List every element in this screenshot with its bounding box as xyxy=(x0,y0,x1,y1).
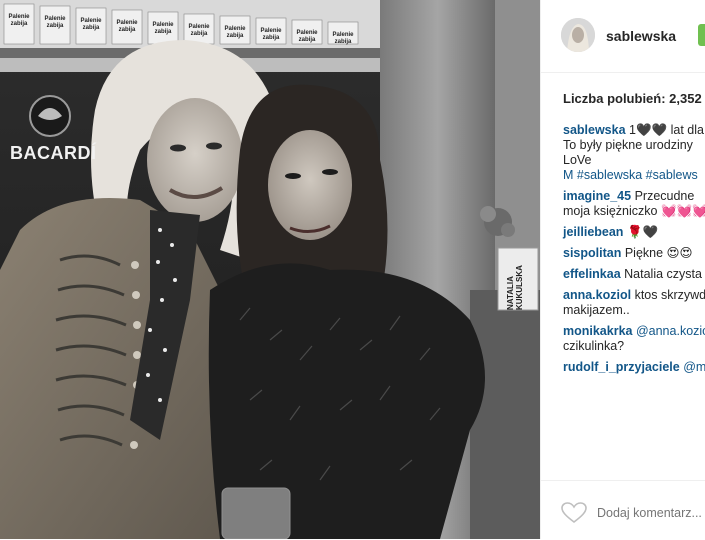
comment-item: rudolf_i_przyjaciele @m xyxy=(563,360,705,375)
cigarette-pack-label: Palenie zabija xyxy=(8,14,30,27)
comment-item: anna.koziol ktos skrzywd makijazem.. xyxy=(563,288,705,318)
comment-username[interactable]: sablewska xyxy=(563,123,626,137)
cup-text: NATALIA KUKULSKA xyxy=(506,265,524,310)
avatar[interactable] xyxy=(561,18,595,52)
comment-text: ktos skrzywd xyxy=(634,288,705,302)
cigarette-pack-label: Palenie zabija xyxy=(332,32,354,45)
comment-username[interactable]: jeilliebean xyxy=(563,225,623,239)
post-photo[interactable]: BACARDÍ Palenie zabija Palenie zabija Pa… xyxy=(0,0,540,539)
cigarette-pack-label: Palenie zabija xyxy=(44,16,66,29)
comment-username[interactable]: anna.koziol xyxy=(563,288,631,302)
comment-username[interactable]: rudolf_i_przyjaciele xyxy=(563,360,680,374)
comment-hashtags[interactable]: M #sablewska #sablews xyxy=(563,168,698,182)
photo-scene xyxy=(0,0,540,539)
cigarette-pack-label: Palenie zabija xyxy=(116,20,138,33)
comment-item: effelinkaa Natalia czysta xyxy=(563,267,705,282)
comment-text: Natalia czysta xyxy=(624,267,702,281)
post-sidebar: sablewska Liczba polubień: 2,352 sablews… xyxy=(540,0,705,539)
comment-username[interactable]: imagine_45 xyxy=(563,189,631,203)
comment-text: czikulinka? xyxy=(563,339,625,353)
comment-text: moja księżniczko 💓💓💓 xyxy=(563,204,705,218)
cigarette-pack-label: Palenie zabija xyxy=(296,30,318,43)
comment-item: jeilliebean 🌹🖤 xyxy=(563,225,705,240)
cigarette-pack-label: Palenie zabija xyxy=(188,24,210,37)
post-username[interactable]: sablewska xyxy=(606,28,676,44)
comment-text: To były piękne urodziny xyxy=(563,138,693,152)
comment-text: makijazem.. xyxy=(563,303,630,317)
comment-text: LoVe xyxy=(563,153,592,167)
comment-text: Piękne 😍😍 xyxy=(624,246,693,260)
comment-item: imagine_45 Przecudne moja księżniczko 💓💓… xyxy=(563,189,705,219)
comment-mention[interactable]: @anna.kozio xyxy=(636,324,705,338)
bacardi-logo-text: BACARDÍ xyxy=(10,143,97,163)
add-comment-input[interactable] xyxy=(597,506,705,520)
comment-text: 🌹🖤 xyxy=(626,225,659,239)
comment-text: Przecudne xyxy=(634,189,695,203)
cigarette-pack-label: Palenie zabija xyxy=(80,18,102,31)
comment-text: 1🖤🖤 lat dla N xyxy=(629,123,705,137)
comment-item: sablewska 1🖤🖤 lat dla N To były piękne u… xyxy=(563,123,705,183)
comments-list: sablewska 1🖤🖤 lat dla N To były piękne u… xyxy=(563,123,705,381)
cigarette-pack-label: Palenie zabija xyxy=(260,28,282,41)
cigarette-pack-label: Palenie zabija xyxy=(152,22,174,35)
post-header: sablewska xyxy=(541,0,705,73)
comment-username[interactable]: sispolitan xyxy=(563,246,621,260)
comment-item: monikakrka @anna.kozio czikulinka? xyxy=(563,324,705,354)
comment-username[interactable]: effelinkaa xyxy=(563,267,621,281)
post-footer xyxy=(541,480,705,540)
likes-count[interactable]: Liczba polubień: 2,352 xyxy=(563,91,702,106)
heart-icon[interactable] xyxy=(561,502,587,524)
comment-item: sispolitan Piękne 😍😍 xyxy=(563,246,705,261)
cigarette-pack-label: Palenie zabija xyxy=(224,26,246,39)
follow-button[interactable] xyxy=(698,24,705,46)
comment-mention[interactable]: @m xyxy=(683,360,705,374)
comment-username[interactable]: monikakrka xyxy=(563,324,632,338)
